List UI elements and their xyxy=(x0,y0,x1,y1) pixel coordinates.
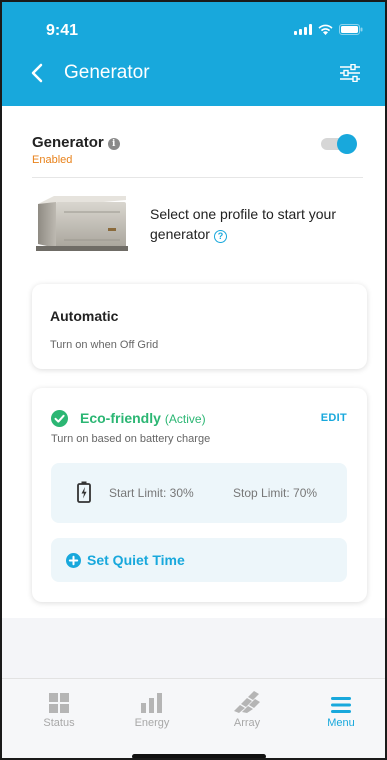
app-frame: 9:41 Generator Generator i Enabled Selec… xyxy=(0,0,387,760)
status-time: 9:41 xyxy=(46,22,79,39)
help-icon[interactable]: ? xyxy=(213,230,227,243)
limits-panel: Start Limit: 30% Stop Limit: 70% xyxy=(51,463,347,523)
bar-chart-icon xyxy=(117,691,187,713)
sliders-icon[interactable] xyxy=(339,63,361,83)
profile-prompt-text: Select one profile to start your generat… xyxy=(150,206,336,242)
page-title: Generator xyxy=(64,62,150,83)
quiet-time-label: Set Quiet Time xyxy=(87,552,185,568)
nav-status-label: Status xyxy=(43,717,75,729)
generator-status: Enabled xyxy=(32,154,73,166)
automatic-profile-card[interactable]: Automatic Turn on when Off Grid xyxy=(32,284,367,369)
generator-toggle[interactable] xyxy=(321,134,357,154)
status-icons xyxy=(294,24,363,35)
generator-content: Generator i Enabled Select one profile t… xyxy=(2,106,385,618)
bottom-nav: Status Energy Array Menu xyxy=(2,678,385,758)
plus-icon xyxy=(66,553,81,568)
eco-subtitle: Turn on based on battery charge xyxy=(51,433,211,445)
grid-icon xyxy=(24,691,94,713)
automatic-subtitle: Turn on when Off Grid xyxy=(50,339,159,351)
edit-button[interactable]: EDIT xyxy=(321,412,347,424)
app-header: 9:41 Generator xyxy=(2,2,385,106)
nav-menu-label: Menu xyxy=(327,717,355,729)
generator-image xyxy=(34,194,130,252)
check-circle-icon xyxy=(51,410,68,427)
nav-menu[interactable]: Menu xyxy=(306,691,376,729)
start-limit: Start Limit: 30% xyxy=(109,486,194,500)
menu-icon xyxy=(306,691,376,713)
battery-charge-icon xyxy=(77,481,91,503)
generator-label: Generator i xyxy=(32,134,120,151)
eco-profile-card[interactable]: Eco-friendly (Active) EDIT Turn on based … xyxy=(32,388,367,602)
profile-prompt: Select one profile to start your generat… xyxy=(150,204,360,244)
toggle-knob xyxy=(337,134,357,154)
nav-energy-label: Energy xyxy=(134,717,170,729)
active-badge: (Active) xyxy=(164,412,206,426)
eco-title-text: Eco-friendly xyxy=(80,410,161,426)
automatic-title: Automatic xyxy=(50,308,119,324)
signal-icon xyxy=(294,24,312,35)
generator-label-text: Generator xyxy=(32,134,104,151)
wifi-icon xyxy=(318,24,333,35)
battery-status-icon xyxy=(339,24,363,35)
nav-array-label: Array xyxy=(233,717,261,729)
generator-row: Generator i Enabled xyxy=(32,132,363,178)
solar-array-icon xyxy=(212,691,282,713)
nav-status[interactable]: Status xyxy=(24,691,94,729)
nav-array[interactable]: Array xyxy=(212,691,282,729)
set-quiet-time-button[interactable]: Set Quiet Time xyxy=(51,538,347,582)
eco-title: Eco-friendly (Active) xyxy=(80,410,206,426)
stop-limit: Stop Limit: 70% xyxy=(233,486,318,500)
chevron-left-icon[interactable] xyxy=(28,62,46,84)
home-indicator xyxy=(132,754,266,758)
info-icon[interactable]: i xyxy=(107,138,120,150)
nav-energy[interactable]: Energy xyxy=(117,691,187,729)
